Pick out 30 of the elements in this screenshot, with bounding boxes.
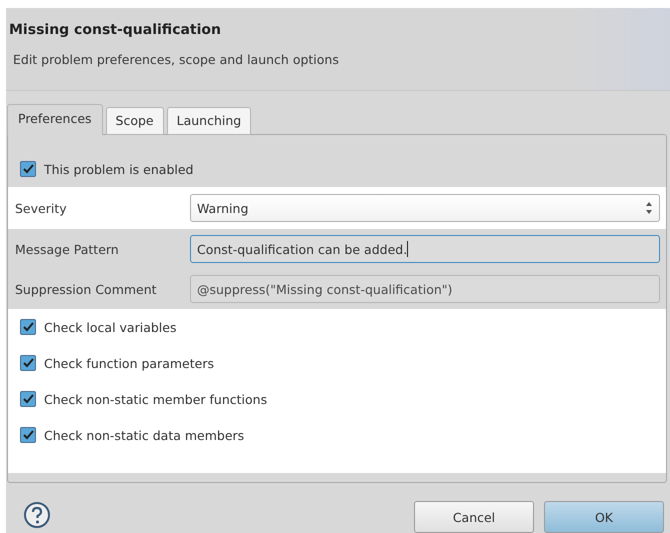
dialog-subtitle: Edit problem preferences, scope and launch options xyxy=(12,52,340,67)
text-field[interactable]: Const-qualification can be added. xyxy=(190,235,660,263)
checkbox[interactable]: Check non-static data members xyxy=(8,417,666,453)
checkmark-icon xyxy=(22,393,34,405)
checkmark-icon xyxy=(22,357,34,369)
checkbox[interactable]: Check local variables xyxy=(8,309,666,345)
checkbox-label: Check non-static data members xyxy=(44,428,244,442)
checkbox-label: Check local variables xyxy=(44,320,176,334)
checkmark-icon xyxy=(22,163,34,175)
checkbox-label: Check function parameters xyxy=(44,356,214,370)
dialog-title: Missing const-qualification xyxy=(9,22,222,38)
ok-button[interactable]: OK xyxy=(544,501,664,533)
field-label: Suppression Comment xyxy=(15,282,158,296)
text-cursor xyxy=(407,241,408,257)
field-label: Severity xyxy=(15,200,68,216)
severity-dropdown[interactable]: Warning xyxy=(190,194,660,222)
help-icon[interactable] xyxy=(23,501,51,529)
checkmark-icon xyxy=(22,321,34,333)
spinner-arrows-icon xyxy=(645,201,653,215)
checkmark-icon xyxy=(22,429,34,441)
checkbox[interactable]: This problem is enabled xyxy=(8,151,666,187)
field-label: Message Pattern xyxy=(15,242,120,256)
cancel-button[interactable]: Cancel xyxy=(414,501,534,533)
tab[interactable]: Preferences xyxy=(7,104,103,135)
checkbox[interactable]: Check function parameters xyxy=(8,345,666,381)
tab[interactable]: Launching xyxy=(166,107,252,135)
checkbox[interactable]: Check non-static member functions xyxy=(8,381,666,417)
checkbox-label: This problem is enabled xyxy=(44,162,194,176)
checkbox-label: Check non-static member functions xyxy=(44,392,268,406)
tab[interactable]: Scope xyxy=(106,107,164,135)
